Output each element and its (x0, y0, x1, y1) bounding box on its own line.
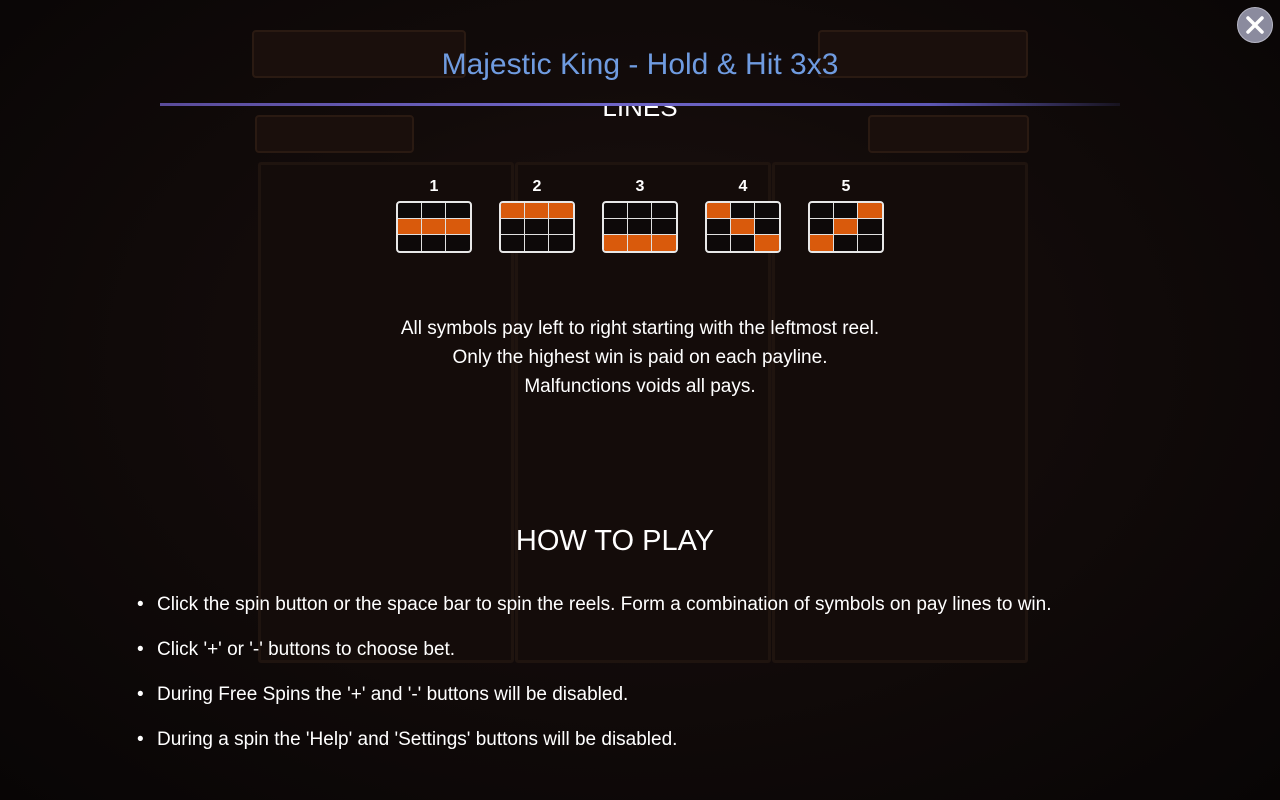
payline-number: 3 (635, 178, 645, 195)
list-item: • During a spin the 'Help' and 'Settings'… (137, 725, 1077, 754)
payline-cell (834, 203, 858, 219)
rules-text: All symbols pay left to right starting w… (0, 314, 1280, 401)
payline-cell (628, 203, 652, 219)
payline-cell (549, 219, 573, 235)
payline-cell (549, 235, 573, 251)
payline-cell-active (501, 203, 525, 219)
payline-cell (834, 235, 858, 251)
payline-cell (858, 235, 882, 251)
payline-cell (398, 203, 422, 219)
payline-cell (731, 235, 755, 251)
payline-cell (628, 219, 652, 235)
payline-cell (707, 235, 731, 251)
payline-cell-active (549, 203, 573, 219)
bullet-icon: • (137, 684, 144, 705)
payline-cell-active (446, 219, 470, 235)
list-item-text: During Free Spins the '+' and '-' button… (157, 684, 629, 705)
how-to-play-list: • Click the spin button or the space bar … (137, 590, 1077, 770)
payline-cell (422, 203, 446, 219)
payline-item: 1 (396, 178, 472, 258)
rule-line: Malfunctions voids all pays. (524, 376, 756, 397)
list-item-text: Click the spin button or the space bar t… (157, 594, 1052, 615)
payline-grid (499, 201, 575, 253)
payline-cell-active (628, 235, 652, 251)
payline-cell (422, 235, 446, 251)
page-title: Majestic King - Hold & Hit 3x3 (441, 48, 839, 81)
payline-cell (446, 203, 470, 219)
list-item: • Click '+' or '-' buttons to choose bet. (137, 635, 1077, 664)
payline-number: 1 (429, 178, 439, 195)
lines-heading: LINES (602, 106, 678, 122)
payline-cell-active (707, 203, 731, 219)
payline-grid (396, 201, 472, 253)
payline-cell (755, 219, 779, 235)
payline-cell (810, 219, 834, 235)
payline-grid (808, 201, 884, 253)
payline-cell-active (755, 235, 779, 251)
payline-cell (810, 203, 834, 219)
payline-cell-active (834, 219, 858, 235)
payline-cell (398, 235, 422, 251)
payline-cell (501, 235, 525, 251)
payline-cell (652, 203, 676, 219)
how-to-play-heading: HOW TO PLAY (515, 525, 715, 557)
payline-cell-active (398, 219, 422, 235)
list-item: • During Free Spins the '+' and '-' butto… (137, 680, 1077, 709)
payline-cell-active (525, 203, 549, 219)
payline-cell-active (858, 203, 882, 219)
payline-cell-active (731, 219, 755, 235)
payline-item: 5 (808, 178, 884, 258)
payline-number: 4 (738, 178, 748, 195)
payline-cell (501, 219, 525, 235)
bullet-icon: • (137, 594, 144, 615)
payline-cell (604, 203, 628, 219)
payline-cell (604, 219, 628, 235)
payline-number: 5 (841, 178, 851, 195)
payline-cell-active (810, 235, 834, 251)
rule-line: Only the highest win is paid on each pay… (452, 347, 828, 368)
payline-cell (731, 203, 755, 219)
payline-cell-active (604, 235, 628, 251)
list-item-text: Click '+' or '-' buttons to choose bet. (157, 639, 456, 660)
help-screen: Majestic King - Hold & Hit 3x3 LINES 1 2 3… (0, 0, 1280, 800)
payline-grid (705, 201, 781, 253)
paylines-row: 1 2 3 4 5 (396, 178, 886, 258)
payline-item: 2 (499, 178, 575, 258)
list-item: • Click the spin button or the space bar … (137, 590, 1077, 619)
help-content-scroll-area[interactable]: LINES 1 2 3 4 5 All symbols pay left to righ… (0, 106, 1280, 800)
payline-cell-active (422, 219, 446, 235)
rule-line: All symbols pay left to right starting w… (400, 318, 880, 339)
payline-cell (707, 219, 731, 235)
payline-cell (858, 219, 882, 235)
close-button[interactable] (1237, 7, 1273, 43)
payline-cell (525, 219, 549, 235)
payline-cell (525, 235, 549, 251)
payline-cell (652, 219, 676, 235)
payline-item: 3 (602, 178, 678, 258)
payline-cell (446, 235, 470, 251)
payline-cell-active (652, 235, 676, 251)
payline-grid (602, 201, 678, 253)
payline-item: 4 (705, 178, 781, 258)
bullet-icon: • (137, 729, 144, 750)
close-icon (1246, 16, 1264, 34)
payline-number: 2 (532, 178, 542, 195)
payline-cell (755, 203, 779, 219)
bullet-icon: • (137, 639, 144, 660)
list-item-text: During a spin the 'Help' and 'Settings' … (157, 729, 678, 750)
